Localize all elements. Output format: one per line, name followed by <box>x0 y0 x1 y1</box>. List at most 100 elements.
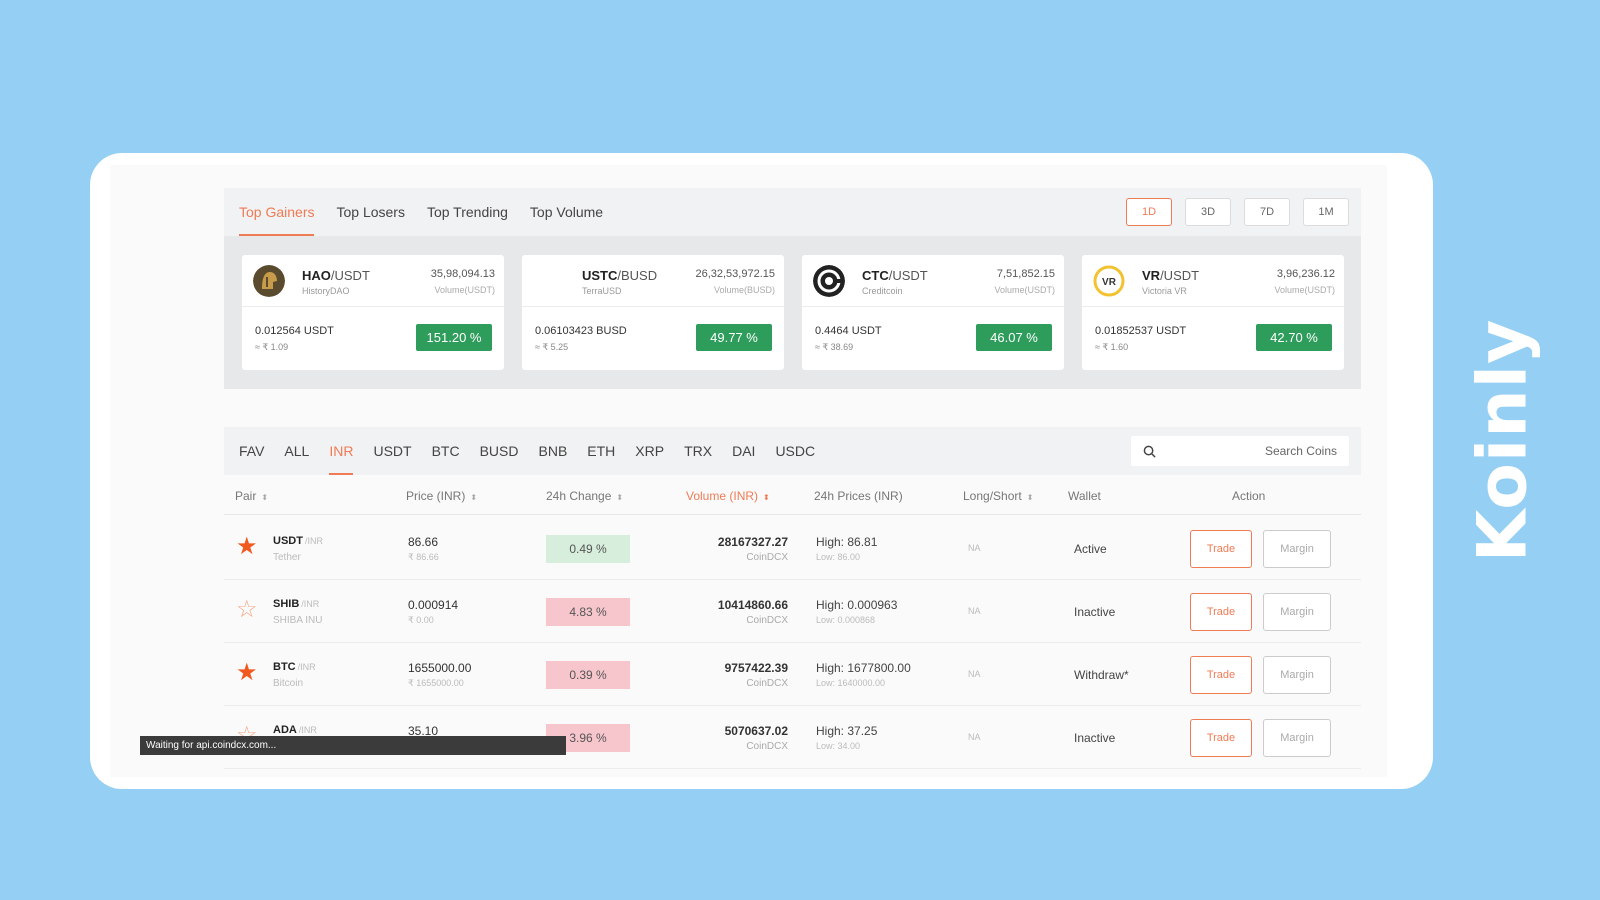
price-value: 1655000.00 <box>408 661 472 675</box>
wallet-status: Withdraw* <box>1074 668 1129 682</box>
star-outline-icon[interactable]: ☆ <box>236 598 258 622</box>
pair-label: HAO/USDT <box>302 268 370 283</box>
period-7d-button[interactable]: 7D <box>1244 198 1290 226</box>
price-value: 0.01852537 USDT <box>1095 325 1187 337</box>
pair-label: CTC/USDT <box>862 268 928 283</box>
gainer-card[interactable]: USTC/BUSD TerraUSD 26,32,53,972.15 Volum… <box>522 255 784 370</box>
change-badge: 0.49 % <box>546 535 630 563</box>
koinly-logo: Koinly <box>1464 318 1543 562</box>
table-row[interactable]: ★ USDT/INR Tether 86.66 ₹ 86.66 0.49 % 2… <box>224 516 1361 580</box>
tab-usdt[interactable]: USDT <box>373 427 411 475</box>
col-volume[interactable]: Volume (INR) ⬍ <box>686 489 770 503</box>
gainer-card[interactable]: VR VR/USDT Victoria VR 3,96,236.12 Volum… <box>1082 255 1344 370</box>
pair-symbol: ADA/INR <box>273 724 317 736</box>
exchange-page: Top Gainers Top Losers Top Trending Top … <box>110 165 1387 777</box>
volume-value: 35,98,094.13 <box>430 268 495 280</box>
search-icon <box>1143 445 1156 458</box>
wallet-status: Inactive <box>1074 605 1116 619</box>
volume-label: Volume(BUSD) <box>713 285 775 295</box>
star-filled-icon[interactable]: ★ <box>236 661 258 685</box>
tab-bnb[interactable]: BNB <box>539 427 568 475</box>
table-header: Pair ⬍ Price (INR) ⬍ 24h Change ⬍ Volume (I… <box>224 477 1361 515</box>
search-box <box>1131 436 1349 466</box>
app-window: Top Gainers Top Losers Top Trending Top … <box>90 153 1433 789</box>
volume-source: CoinDCX <box>746 552 788 563</box>
col-price[interactable]: Price (INR) ⬍ <box>406 489 477 503</box>
low-price: Low: 86.00 <box>816 552 861 562</box>
long-short-value: NA <box>968 543 981 553</box>
tab-fav[interactable]: FAV <box>239 427 264 475</box>
tab-top-gainers[interactable]: Top Gainers <box>239 188 315 236</box>
sort-icon: ⬍ <box>1026 493 1034 502</box>
period-3d-button[interactable]: 3D <box>1185 198 1231 226</box>
pair-symbol: SHIB/INR <box>273 598 320 610</box>
volume-value: 5070637.02 <box>724 724 788 738</box>
long-short-value: NA <box>968 669 981 679</box>
pair-symbol: BTC/INR <box>273 661 316 673</box>
tab-inr[interactable]: INR <box>329 427 354 475</box>
table-row[interactable]: ☆ SHIB/INR SHIBA INU 0.000914 ₹ 0.00 4.8… <box>224 579 1361 643</box>
volume-value: 28167327.27 <box>717 535 788 549</box>
change-badge: 46.07 % <box>976 324 1052 351</box>
trade-button[interactable]: Trade <box>1190 593 1252 631</box>
volume-source: CoinDCX <box>746 741 788 752</box>
col-prices: 24h Prices (INR) <box>814 489 903 503</box>
tab-btc[interactable]: BTC <box>432 427 460 475</box>
price-value: 86.66 <box>408 535 439 549</box>
volume-source: CoinDCX <box>746 615 788 626</box>
gainer-card[interactable]: HAO/USDT HistoryDAO 35,98,094.13 Volume(… <box>242 255 504 370</box>
tab-eth[interactable]: ETH <box>587 427 615 475</box>
change-badge: 4.83 % <box>546 598 630 626</box>
inr-value: ≈ ₹ 1.09 <box>255 342 289 352</box>
tab-dai[interactable]: DAI <box>732 427 755 475</box>
margin-button[interactable]: Margin <box>1263 593 1331 631</box>
gainer-card[interactable]: CTC/USDT Creditcoin 7,51,852.15 Volume(U… <box>802 255 1064 370</box>
period-1d-button[interactable]: 1D <box>1126 198 1172 226</box>
col-change[interactable]: 24h Change ⬍ <box>546 489 623 503</box>
helmet-logo-icon <box>253 265 285 297</box>
tab-top-trending[interactable]: Top Trending <box>427 188 508 236</box>
volume-value: 9757422.39 <box>724 661 788 675</box>
tab-trx[interactable]: TRX <box>684 427 712 475</box>
period-1m-button[interactable]: 1M <box>1303 198 1349 226</box>
col-longshort[interactable]: Long/Short ⬍ <box>963 489 1033 503</box>
sort-icon: ⬍ <box>470 493 478 502</box>
tab-xrp[interactable]: XRP <box>635 427 664 475</box>
svg-text:VR: VR <box>1102 277 1117 288</box>
trade-button[interactable]: Trade <box>1190 719 1252 757</box>
market-tabs: FAV ALL INR USDT BTC BUSD BNB ETH XRP TR… <box>224 427 1361 475</box>
pair-label: USTC/BUSD <box>582 268 658 283</box>
change-badge: 151.20 % <box>416 324 492 351</box>
coin-name: Bitcoin <box>273 678 304 689</box>
volume-value: 7,51,852.15 <box>996 268 1055 280</box>
high-price: High: 37.25 <box>816 724 878 738</box>
coin-name: TerraUSD <box>582 286 622 296</box>
low-price: Low: 34.00 <box>816 741 861 751</box>
margin-button[interactable]: Margin <box>1263 719 1331 757</box>
tab-usdc[interactable]: USDC <box>775 427 815 475</box>
col-pair[interactable]: Pair ⬍ <box>235 489 268 503</box>
volume-label: Volume(USDT) <box>434 285 495 295</box>
period-selector: 1D 3D 7D 1M <box>1126 198 1349 226</box>
price-value: 0.06103423 BUSD <box>535 325 627 337</box>
margin-button[interactable]: Margin <box>1263 656 1331 694</box>
trade-button[interactable]: Trade <box>1190 656 1252 694</box>
coin-name: Victoria VR <box>1142 286 1187 296</box>
low-price: Low: 0.000868 <box>816 615 876 625</box>
tab-busd[interactable]: BUSD <box>480 427 519 475</box>
star-filled-icon[interactable]: ★ <box>236 535 258 559</box>
margin-button[interactable]: Margin <box>1263 530 1331 568</box>
tab-top-losers[interactable]: Top Losers <box>336 188 404 236</box>
inr-value: ≈ ₹ 38.69 <box>815 342 854 352</box>
volume-source: CoinDCX <box>746 678 788 689</box>
long-short-value: NA <box>968 606 981 616</box>
table-row[interactable]: ★ BTC/INR Bitcoin 1655000.00 ₹ 1655000.0… <box>224 642 1361 706</box>
brand-wordmark: Koinly <box>1463 318 1543 562</box>
price-inr: ₹ 86.66 <box>408 552 439 562</box>
long-short-value: NA <box>968 732 981 742</box>
search-input[interactable] <box>1156 444 1337 458</box>
tab-all[interactable]: ALL <box>284 427 309 475</box>
tab-top-volume[interactable]: Top Volume <box>530 188 603 236</box>
trade-button[interactable]: Trade <box>1190 530 1252 568</box>
volume-value: 10414860.66 <box>717 598 788 612</box>
